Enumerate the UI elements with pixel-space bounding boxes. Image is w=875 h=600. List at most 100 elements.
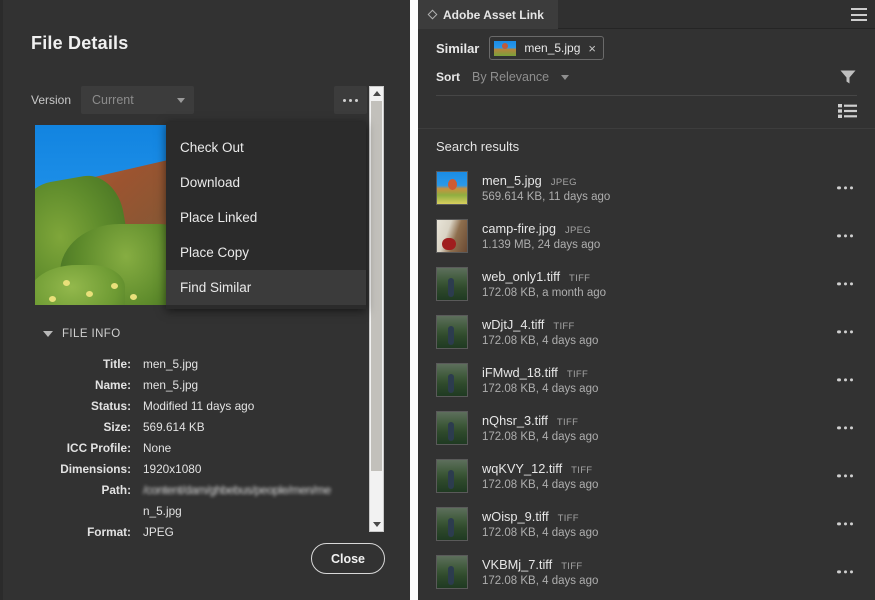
preview-flower (48, 296, 56, 302)
list-item[interactable]: web_only1.tiff TIFF 172.08 KB, a month a… (418, 260, 875, 308)
result-meta: 172.08 KB, 4 days ago (482, 431, 599, 443)
more-options-button[interactable] (334, 86, 367, 114)
dot-icon (837, 474, 841, 478)
result-filename: VKBMj_7.tiff (482, 557, 553, 572)
sort-label: Sort (436, 70, 460, 84)
file-info-key: Format: (87, 525, 131, 539)
diamond-icon (427, 9, 438, 20)
list-item[interactable]: wOisp_9.tiff TIFF 172.08 KB, 4 days ago (418, 500, 875, 548)
list-view-icon[interactable] (838, 104, 857, 118)
more-options-icon[interactable] (837, 426, 853, 430)
dot-icon (843, 426, 847, 430)
menu-item-check-out[interactable]: Check Out (166, 130, 366, 165)
file-info-row-path-cont: n_5.jpg (31, 501, 361, 522)
file-info-section-label: FILE INFO (62, 328, 121, 340)
file-info-row-path: Path: /content/dam/ghbebus/people/men/me (31, 480, 361, 501)
result-text: camp-fire.jpg JPEG 1.139 MB, 24 days ago (482, 221, 600, 251)
file-info-row: Name: men_5.jpg (31, 375, 361, 396)
list-item[interactable]: nQhsr_3.tiff TIFF 172.08 KB, 4 days ago (418, 404, 875, 452)
file-info-section-toggle[interactable]: FILE INFO (43, 328, 121, 340)
more-options-icon[interactable] (837, 474, 853, 478)
menu-item-place-linked[interactable]: Place Linked (166, 200, 366, 235)
more-options-icon[interactable] (837, 234, 853, 238)
file-info-row: Format: JPEG (31, 522, 361, 543)
list-item[interactable]: wqKVY_12.tiff TIFF 172.08 KB, 4 days ago (418, 452, 875, 500)
version-select[interactable]: Current (81, 86, 195, 114)
more-options-icon[interactable] (837, 378, 853, 382)
result-format: TIFF (566, 369, 589, 380)
result-text: VKBMj_7.tiff TIFF 172.08 KB, 4 days ago (482, 557, 598, 587)
menu-item-download[interactable]: Download (166, 165, 366, 200)
file-info-key: Status: (91, 399, 131, 413)
caret-down-icon (372, 522, 381, 527)
menu-item-place-copy[interactable]: Place Copy (166, 235, 366, 270)
result-thumbnail (436, 363, 468, 397)
result-format: JPEG (564, 225, 591, 236)
similar-asset-chip[interactable]: men_5.jpg × (489, 36, 604, 60)
result-text: wDjtJ_4.tiff TIFF 172.08 KB, 4 days ago (482, 317, 598, 347)
divider-line (418, 128, 875, 129)
sort-select-value[interactable]: By Relevance (472, 70, 549, 84)
result-line-primary: men_5.jpg JPEG (482, 173, 610, 188)
close-icon[interactable]: × (588, 42, 596, 55)
file-details-dialog: File Details Version Current FILE INFO T… (0, 0, 410, 600)
result-text: web_only1.tiff TIFF 172.08 KB, a month a… (482, 269, 606, 299)
dot-icon (849, 282, 853, 286)
file-info-row: ICC Profile: None (31, 438, 361, 459)
tab-adobe-asset-link[interactable]: Adobe Asset Link (418, 0, 558, 29)
result-filename: wOisp_9.tiff (482, 509, 549, 524)
result-text: nQhsr_3.tiff TIFF 172.08 KB, 4 days ago (482, 413, 598, 443)
more-options-icon[interactable] (837, 330, 853, 334)
dot-icon (837, 234, 841, 238)
result-thumbnail (436, 459, 468, 493)
result-filename: nQhsr_3.tiff (482, 413, 548, 428)
more-options-icon[interactable] (837, 282, 853, 286)
hamburger-line (851, 8, 867, 10)
result-filename: web_only1.tiff (482, 269, 561, 284)
thumbnail-detail (448, 421, 455, 442)
funnel-icon[interactable] (839, 68, 857, 86)
hamburger-icon[interactable] (851, 8, 867, 21)
scroll-down-button[interactable] (370, 518, 383, 531)
preview-flower (86, 290, 94, 297)
tab-label: Adobe Asset Link (443, 7, 544, 22)
list-item[interactable]: iFMwd_18.tiff TIFF 172.08 KB, 4 days ago (418, 356, 875, 404)
context-menu: Check Out Download Place Linked Place Co… (166, 122, 366, 309)
dot-icon (843, 378, 847, 382)
file-info-value: Modified 11 days ago (143, 399, 255, 413)
dot-icon (849, 330, 853, 334)
result-format: TIFF (571, 465, 593, 476)
panel-divider (410, 0, 418, 600)
file-info-key: Size: (103, 420, 131, 434)
result-thumbnail (436, 315, 468, 349)
list-item[interactable]: men_5.jpg JPEG 569.614 KB, 11 days ago (418, 164, 875, 212)
scrollbar-thumb[interactable] (371, 101, 382, 471)
dot-icon (837, 426, 841, 430)
scroll-up-button[interactable] (370, 87, 383, 100)
file-info-row: Dimensions: 1920x1080 (31, 459, 361, 480)
list-item[interactable]: camp-fire.jpg JPEG 1.139 MB, 24 days ago (418, 212, 875, 260)
result-filename: camp-fire.jpg (482, 221, 556, 236)
list-item[interactable]: VKBMj_7.tiff TIFF 172.08 KB, 4 days ago (418, 548, 875, 596)
more-options-icon[interactable] (837, 186, 853, 190)
chip-thumbnail-detail (502, 43, 509, 50)
version-row: Version Current (31, 86, 195, 114)
dot-icon (843, 330, 847, 334)
dialog-scrollbar[interactable] (369, 86, 384, 532)
menu-item-find-similar[interactable]: Find Similar (166, 270, 366, 305)
dot-icon (843, 474, 847, 478)
list-item[interactable]: wDjtJ_4.tiff TIFF 172.08 KB, 4 days ago (418, 308, 875, 356)
result-filename: wDjtJ_4.tiff (482, 317, 545, 332)
more-options-icon[interactable] (837, 522, 853, 526)
close-button[interactable]: Close (311, 543, 385, 574)
similar-label: Similar (436, 40, 480, 56)
chevron-down-icon (177, 97, 186, 103)
version-select-value: Current (92, 93, 134, 107)
chevron-down-icon[interactable] (561, 74, 570, 80)
more-options-icon[interactable] (837, 570, 853, 574)
dot-icon (837, 186, 841, 190)
dot-icon (849, 378, 853, 382)
dot-icon (843, 570, 847, 574)
result-format: TIFF (557, 513, 579, 524)
result-filename: wqKVY_12.tiff (482, 461, 563, 476)
